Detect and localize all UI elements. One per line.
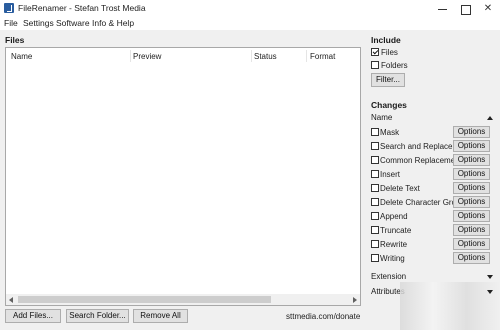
watermark-overlay [400, 282, 500, 330]
change-label: Mask [380, 128, 400, 137]
horizontal-scrollbar[interactable] [5, 294, 361, 306]
delete-character-groups-checkbox[interactable] [371, 198, 379, 206]
change-row-delete-character-groups: Delete Character Groups Options [371, 196, 495, 208]
folders-checkbox-label: Folders [381, 61, 408, 70]
close-button[interactable]: ✕ [477, 1, 499, 16]
append-options-button[interactable]: Options [453, 210, 490, 222]
writing-checkbox[interactable] [371, 254, 379, 262]
collapse-up-icon[interactable] [487, 116, 493, 120]
writing-options-button[interactable]: Options [453, 252, 490, 264]
mask-options-button[interactable]: Options [453, 126, 490, 138]
change-label: Delete Character Groups [380, 198, 461, 207]
column-separator[interactable] [130, 50, 131, 62]
expand-attributes-icon[interactable] [487, 290, 493, 294]
rewrite-options-button[interactable]: Options [453, 238, 490, 250]
column-separator[interactable] [306, 50, 307, 62]
change-label: Common Replacements [380, 156, 461, 165]
truncate-options-button[interactable]: Options [453, 224, 490, 236]
delete-text-checkbox[interactable] [371, 184, 379, 192]
file-list[interactable]: Name Preview Status Format [5, 47, 361, 306]
change-label: Append [380, 212, 408, 221]
change-row-delete-text: Delete Text Options [371, 182, 495, 194]
search-replace-checkbox[interactable] [371, 142, 379, 150]
column-separator[interactable] [251, 50, 252, 62]
rewrite-checkbox[interactable] [371, 240, 379, 248]
app-icon [4, 3, 14, 13]
scroll-left-icon[interactable] [9, 297, 13, 303]
files-checkbox[interactable] [371, 48, 379, 56]
search-replace-options-button[interactable]: Options [453, 140, 490, 152]
change-row-common-replacements: Common Replacements Options [371, 154, 495, 166]
name-group-header[interactable]: Name [371, 113, 392, 122]
files-checkbox-label: Files [381, 48, 398, 57]
change-label: Rewrite [380, 240, 408, 249]
change-label: Delete Text [380, 184, 420, 193]
remove-all-button[interactable]: Remove All [133, 309, 188, 323]
extension-group-header[interactable]: Extension [371, 272, 406, 281]
maximize-button[interactable] [454, 1, 476, 16]
donate-link[interactable]: sttmedia.com/donate [286, 312, 360, 321]
search-folder-button[interactable]: Search Folder... [66, 309, 129, 323]
files-section-title: Files [5, 35, 25, 45]
common-replacements-options-button[interactable]: Options [453, 154, 490, 166]
delete-text-options-button[interactable]: Options [453, 182, 490, 194]
change-row-search-replace: Search and Replace Options [371, 140, 495, 152]
menu-info-help[interactable]: Info & Help [92, 18, 134, 28]
main-panel: Files Name Preview Status Format Add Fil… [0, 30, 500, 330]
column-status[interactable]: Status [254, 52, 277, 61]
add-files-button[interactable]: Add Files... [5, 309, 61, 323]
column-format[interactable]: Format [310, 52, 335, 61]
expand-extension-icon[interactable] [487, 275, 493, 279]
insert-checkbox[interactable] [371, 170, 379, 178]
menu-software[interactable]: Software [56, 18, 90, 28]
change-label: Writing [380, 254, 405, 263]
change-row-insert: Insert Options [371, 168, 495, 180]
menu-settings[interactable]: Settings [23, 18, 54, 28]
delete-character-groups-options-button[interactable]: Options [453, 196, 490, 208]
change-label: Truncate [380, 226, 412, 235]
scroll-right-icon[interactable] [353, 297, 357, 303]
filter-button[interactable]: Filter... [371, 73, 405, 87]
folders-checkbox[interactable] [371, 61, 379, 69]
minimize-button[interactable] [432, 1, 454, 16]
window-title: FileRenamer - Stefan Trost Media [18, 3, 146, 13]
append-checkbox[interactable] [371, 212, 379, 220]
common-replacements-checkbox[interactable] [371, 156, 379, 164]
change-row-truncate: Truncate Options [371, 224, 495, 236]
title-bar: FileRenamer - Stefan Trost Media ✕ [0, 0, 500, 17]
include-section-title: Include [371, 35, 401, 45]
change-row-mask: Mask Options [371, 126, 495, 138]
changes-section-title: Changes [371, 100, 407, 110]
change-label: Search and Replace [380, 142, 453, 151]
menu-file[interactable]: File [4, 18, 18, 28]
change-row-rewrite: Rewrite Options [371, 238, 495, 250]
column-preview[interactable]: Preview [133, 52, 161, 61]
menu-bar: File Settings Software Info & Help [0, 17, 500, 30]
mask-checkbox[interactable] [371, 128, 379, 136]
change-label: Insert [380, 170, 401, 179]
change-row-writing: Writing Options [371, 252, 495, 264]
change-row-append: Append Options [371, 210, 495, 222]
column-name[interactable]: Name [11, 52, 32, 61]
insert-options-button[interactable]: Options [453, 168, 490, 180]
scrollbar-thumb[interactable] [18, 296, 271, 303]
truncate-checkbox[interactable] [371, 226, 379, 234]
